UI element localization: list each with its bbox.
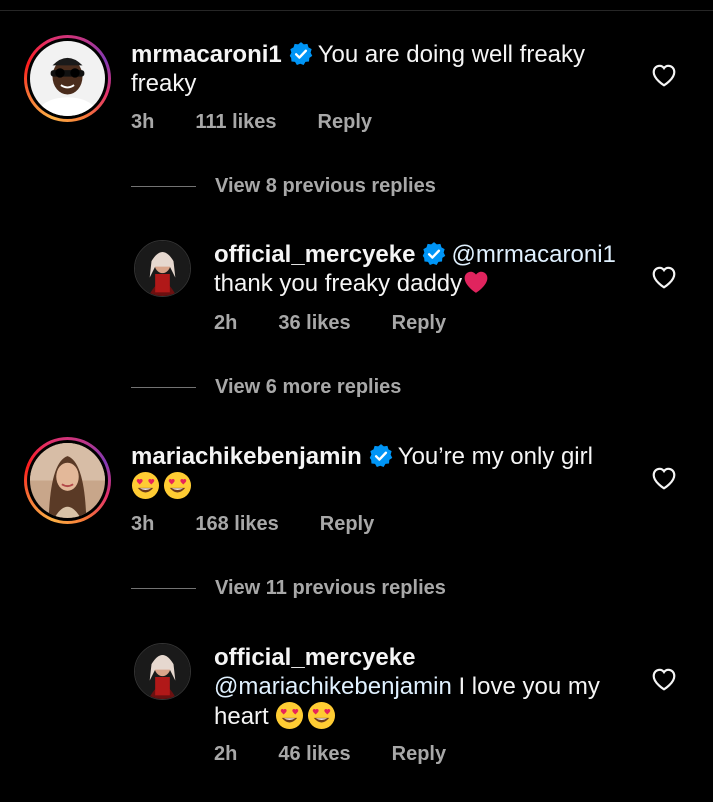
heart-eyes-emoji (163, 471, 192, 500)
comment-time: 2h (214, 743, 238, 765)
avatar[interactable] (24, 35, 111, 122)
view-previous-replies-button[interactable]: View 8 previous replies (131, 175, 436, 198)
mention-link[interactable]: @mrmacaroni1 (451, 241, 615, 268)
view-replies-label: View 6 more replies (215, 376, 402, 398)
top-divider (0, 10, 713, 11)
heart-outline-icon[interactable] (651, 667, 677, 691)
reply-button[interactable]: Reply (320, 513, 374, 536)
divider-line (131, 588, 196, 589)
comment-text: I love you my (458, 673, 600, 700)
view-more-replies-button[interactable]: View 6 more replies (131, 376, 401, 399)
likes-count[interactable]: 46 likes (278, 743, 350, 766)
likes-count[interactable]: 168 likes (195, 513, 278, 536)
comment-text: You are doing well freaky (317, 41, 586, 68)
likes-count[interactable]: 36 likes (278, 312, 350, 335)
comment-username[interactable]: official_mercyeke (214, 241, 415, 268)
view-replies-label: View 11 previous replies (215, 577, 446, 599)
comment-time: 2h (214, 312, 238, 334)
reply-button[interactable]: Reply (392, 743, 446, 766)
comment-time: 3h (131, 111, 155, 133)
divider-line (131, 186, 196, 187)
verified-badge-icon (421, 241, 447, 267)
heart-eyes-emoji (307, 701, 336, 730)
heart-eyes-emoji (131, 471, 160, 500)
heart-outline-icon[interactable] (651, 63, 677, 87)
avatar[interactable] (134, 643, 191, 700)
view-previous-replies-button[interactable]: View 11 previous replies (131, 577, 446, 600)
verified-badge-icon (288, 41, 314, 67)
comment-time: 3h (131, 513, 155, 535)
mention-link[interactable]: @mariachikebenjamin (214, 673, 452, 700)
heart-outline-icon[interactable] (651, 265, 677, 289)
comment-text-cont: heart (214, 703, 269, 730)
comment-username[interactable]: mariachikebenjamin (131, 443, 362, 470)
avatar[interactable] (24, 437, 111, 524)
comment-text: thank you freaky daddy (214, 270, 463, 297)
verified-badge-icon (368, 443, 394, 469)
comment-username[interactable]: official_mercyeke (214, 644, 415, 671)
comment-username[interactable]: mrmacaroni1 (131, 41, 282, 68)
reply-button[interactable]: Reply (318, 111, 372, 134)
red-heart-emoji (463, 270, 489, 294)
heart-eyes-emoji (275, 701, 304, 730)
view-replies-label: View 8 previous replies (215, 175, 436, 197)
comment-text: You’re my only girl (397, 443, 593, 470)
comment-text-cont: freaky (131, 70, 197, 97)
avatar[interactable] (134, 240, 191, 297)
divider-line (131, 387, 196, 388)
reply-button[interactable]: Reply (392, 312, 446, 335)
heart-outline-icon[interactable] (651, 466, 677, 490)
likes-count[interactable]: 111 likes (195, 111, 276, 134)
